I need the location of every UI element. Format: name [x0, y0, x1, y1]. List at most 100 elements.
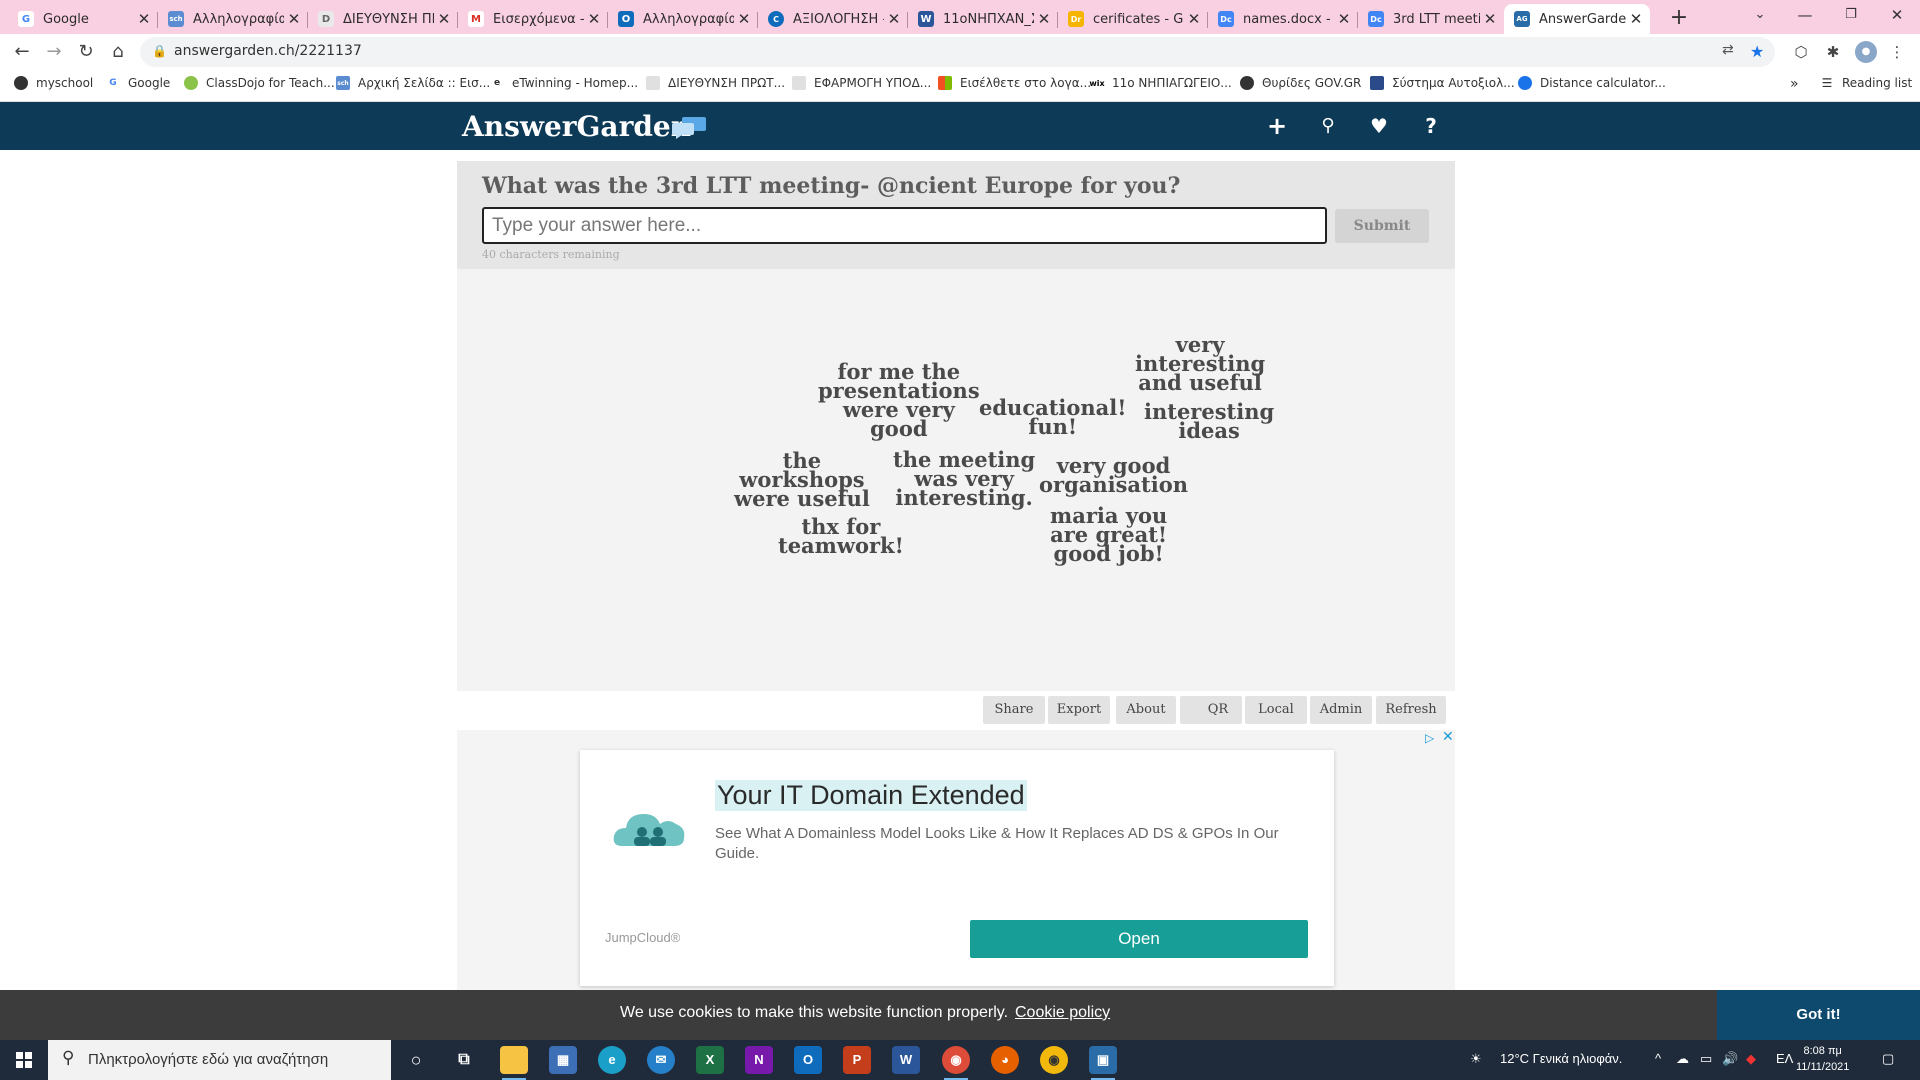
heart-icon[interactable]: ♥ [1365, 112, 1393, 140]
ad-card[interactable]: Your IT Domain Extended See What A Domai… [580, 750, 1334, 986]
notifications-icon[interactable]: ▢ [1882, 1051, 1894, 1067]
tab-ltt-meeting[interactable]: Dc 3rd LTT meeting ✕ [1358, 4, 1504, 34]
tab-directorate[interactable]: D ΔΙΕΥΘΥΝΣΗ ΠΡ ✕ [308, 4, 458, 34]
close-tab-icon[interactable]: ✕ [1626, 10, 1646, 28]
puzzle-icon[interactable]: ✱ [1822, 41, 1844, 63]
profile-avatar[interactable]: ● [1855, 41, 1877, 63]
close-tab-icon[interactable]: ✕ [1480, 10, 1500, 28]
ad-close-icon[interactable]: ✕ [1442, 729, 1454, 745]
bookmark-star-icon[interactable]: ★ [1750, 42, 1764, 61]
reading-list[interactable]: ☰ Reading list [1820, 76, 1912, 90]
address-bar[interactable]: 🔒 answergarden.ch/2221137 ⇄ ★ [140, 37, 1775, 67]
answer-item[interactable]: maria you are great! good job! [1050, 505, 1167, 564]
share-button[interactable]: Share [983, 696, 1045, 724]
answer-item[interactable]: educational! fun! [979, 397, 1126, 437]
answer-item[interactable]: very good organisation [1039, 455, 1188, 495]
restore-button[interactable]: ❐ [1828, 0, 1874, 32]
close-tab-icon[interactable]: ✕ [584, 10, 604, 28]
tab-gmail[interactable]: M Εισερχόμενα - ✕ [458, 4, 608, 34]
answer-item[interactable]: very interesting and useful [1135, 334, 1265, 393]
chrome-canary-icon[interactable]: ◉ [1040, 1046, 1068, 1074]
close-tab-icon[interactable]: ✕ [134, 10, 154, 28]
site-logo[interactable]: AnswerGarden [462, 110, 691, 143]
edge-icon[interactable]: e [598, 1046, 626, 1074]
windows-start-icon[interactable] [0, 1040, 48, 1080]
security-icon[interactable]: ◆ [1746, 1051, 1756, 1067]
bookmark-item[interactable]: G Google [106, 76, 170, 90]
bookmark-item[interactable]: myschool [14, 76, 93, 90]
close-tab-icon[interactable]: ✕ [284, 10, 304, 28]
tab-word-doc[interactable]: W 11οΝΗΠΧΑΝ_Σ ✕ [908, 4, 1058, 34]
adchoices-icon[interactable]: ▷ [1425, 731, 1434, 745]
close-tab-icon[interactable]: ✕ [1184, 10, 1204, 28]
search-icon[interactable]: ⚲ [1314, 112, 1342, 140]
task-view-icon[interactable]: ⧉ [450, 1046, 478, 1074]
tab-drive[interactable]: Dr cerificates - Go ✕ [1058, 4, 1208, 34]
chrome-icon[interactable]: ◉ [942, 1046, 970, 1080]
file-explorer-icon[interactable] [500, 1046, 528, 1080]
weather-icon[interactable]: ☀ [1470, 1051, 1482, 1067]
onedrive-icon[interactable]: ☁ [1676, 1051, 1689, 1067]
extension-icon[interactable]: ⬡ [1790, 41, 1812, 63]
back-icon[interactable]: ← [8, 38, 36, 66]
cookie-accept-button[interactable]: Got it! [1717, 990, 1920, 1040]
ad-open-button[interactable]: Open [970, 920, 1308, 958]
mail-app-icon[interactable]: ✉ [647, 1046, 675, 1074]
close-tab-icon[interactable]: ✕ [1034, 10, 1054, 28]
volume-icon[interactable]: 🔊 [1722, 1051, 1738, 1067]
bookmark-item[interactable]: wix 11ο ΝΗΠΙΑΓΩΓΕΙΟ... [1089, 76, 1232, 90]
bookmark-item[interactable]: ΕΦΑΡΜΟΓΗ ΥΠΟΔ... [792, 76, 931, 90]
tab-names-docx[interactable]: Dc names.docx - Έ ✕ [1208, 4, 1358, 34]
admin-button[interactable]: Admin [1310, 696, 1372, 724]
tab-outlook[interactable]: O Αλληλογραφία ✕ [608, 4, 758, 34]
cortana-icon[interactable]: ○ [402, 1046, 430, 1074]
home-icon[interactable]: ⌂ [104, 38, 132, 66]
bookmark-item[interactable]: Εισέλθετε στο λογα... [938, 76, 1091, 90]
bookmark-item[interactable]: Distance calculator... [1518, 76, 1666, 90]
close-tab-icon[interactable]: ✕ [884, 10, 904, 28]
help-icon[interactable]: ? [1417, 112, 1445, 140]
new-tab-button[interactable]: + [1665, 4, 1693, 32]
qr-button[interactable]: QR [1180, 696, 1242, 724]
excel-icon[interactable]: X [696, 1046, 724, 1074]
translate-icon[interactable]: ⇄ [1722, 42, 1734, 58]
taskbar-clock[interactable]: 8:08 πμ 11/11/2021 [1796, 1043, 1849, 1075]
tab-evaluation[interactable]: C ΑΞΙΟΛΟΓΗΣΗ - ✕ [758, 4, 908, 34]
outlook-icon[interactable]: O [794, 1046, 822, 1074]
answer-item[interactable]: for me the presentations were very good [818, 361, 980, 439]
close-tab-icon[interactable]: ✕ [734, 10, 754, 28]
tab-google[interactable]: G Google ✕ [8, 4, 158, 34]
close-window-button[interactable]: ✕ [1874, 0, 1920, 32]
store-icon[interactable]: ▦ [549, 1046, 577, 1074]
bookmark-item[interactable]: e eTwinning - Homep... [490, 76, 638, 90]
export-button[interactable]: Export [1048, 696, 1110, 724]
bookmark-item[interactable]: Σύστημα Αυτοξιολ... [1370, 76, 1515, 90]
cookie-policy-link[interactable]: Cookie policy [1015, 1004, 1110, 1022]
local-button[interactable]: Local [1245, 696, 1307, 724]
close-tab-icon[interactable]: ✕ [1334, 10, 1354, 28]
add-icon[interactable]: + [1263, 112, 1291, 140]
taskbar-search[interactable]: ⚲ Πληκτρολογήστε εδώ για αναζήτηση [48, 1040, 391, 1080]
submit-button[interactable]: Submit [1335, 209, 1429, 243]
language-indicator[interactable]: ΕΛ [1776, 1051, 1793, 1066]
url-text[interactable]: answergarden.ch/2221137 [174, 43, 362, 59]
tab-answergarden[interactable]: AG AnswerGarden - ✕ [1504, 4, 1650, 34]
answer-item[interactable]: thx for teamwork! [778, 516, 904, 556]
reload-icon[interactable]: ↻ [72, 38, 100, 66]
weather-text[interactable]: 12°C Γενικά ηλιοφάν. [1500, 1051, 1622, 1066]
tray-chevron-icon[interactable]: ^ [1655, 1051, 1661, 1066]
answer-item[interactable]: interesting ideas [1144, 401, 1274, 441]
tab-search-icon[interactable]: ⌄ [1737, 0, 1783, 32]
answer-item[interactable]: the workshops were useful [734, 450, 870, 509]
tab-mail-sch[interactable]: sch Αλληλογραφία ✕ [158, 4, 308, 34]
answer-item[interactable]: the meeting was very interesting. [893, 449, 1035, 508]
forward-icon[interactable]: → [40, 38, 68, 66]
word-icon[interactable]: W [892, 1046, 920, 1074]
ad-title[interactable]: Your IT Domain Extended [715, 780, 1027, 811]
network-icon[interactable]: ▭ [1700, 1051, 1712, 1067]
close-tab-icon[interactable]: ✕ [434, 10, 454, 28]
powerpoint-icon[interactable]: P [843, 1046, 871, 1074]
about-button[interactable]: About [1116, 696, 1176, 724]
menu-icon[interactable]: ⋮ [1886, 41, 1908, 63]
firefox-icon[interactable]: ◕ [991, 1046, 1019, 1074]
